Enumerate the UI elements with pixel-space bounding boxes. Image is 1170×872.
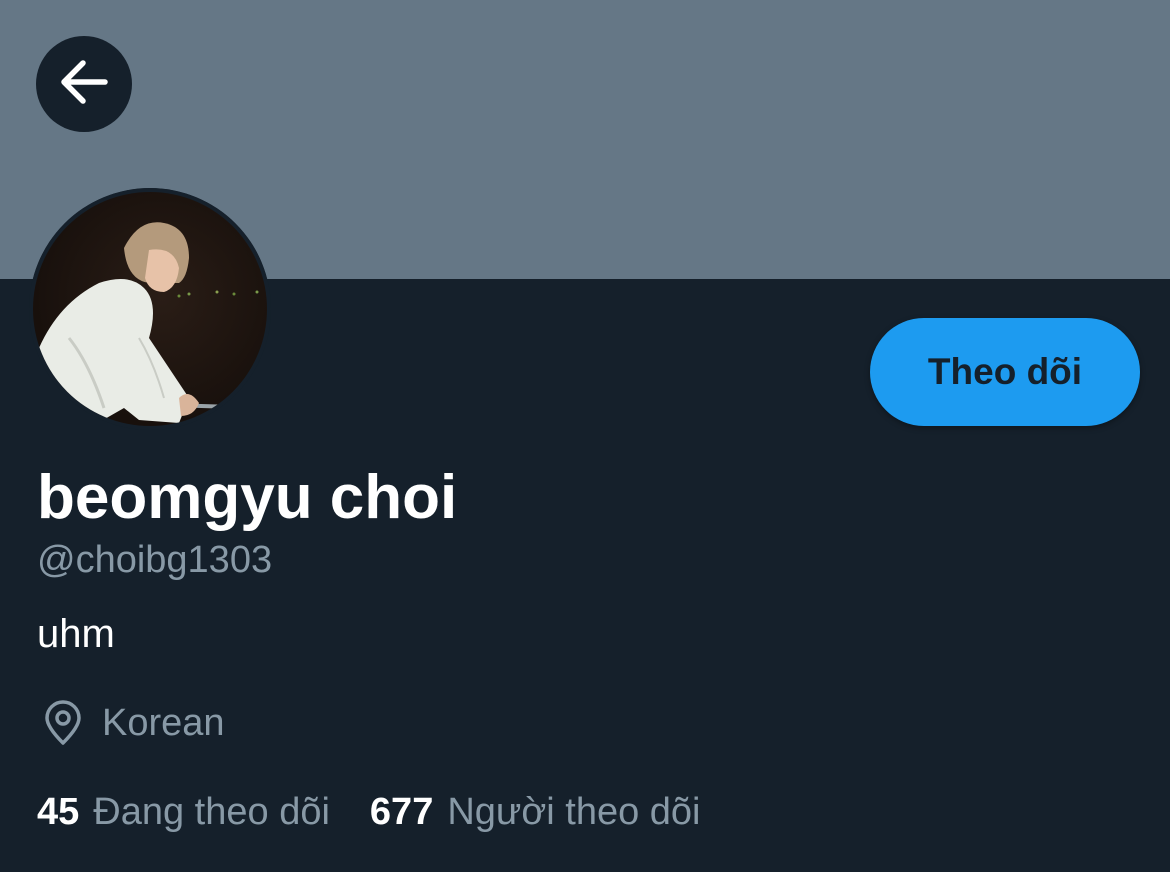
user-handle: @choibg1303 bbox=[37, 539, 273, 581]
display-name: beomgyu choi bbox=[37, 463, 458, 532]
following-link[interactable]: 45 Đang theo dõi bbox=[37, 788, 330, 836]
location-text: Korean bbox=[102, 702, 225, 744]
following-count: 45 bbox=[37, 791, 80, 833]
location: Korean bbox=[40, 698, 225, 748]
follow-stats: 45 Đang theo dõi 677 Người theo dõi bbox=[37, 788, 701, 836]
back-button[interactable] bbox=[36, 36, 132, 132]
followers-count: 677 bbox=[369, 791, 434, 833]
avatar[interactable] bbox=[29, 188, 271, 430]
followers-link[interactable]: 677 Người theo dõi bbox=[370, 788, 701, 836]
arrow-left-icon bbox=[57, 55, 111, 114]
avatar-photo bbox=[29, 188, 271, 430]
followers-label: Người theo dõi bbox=[447, 791, 701, 833]
follow-button[interactable]: Theo dõi bbox=[870, 318, 1140, 426]
map-pin-icon bbox=[40, 698, 86, 748]
following-label: Đang theo dõi bbox=[93, 791, 330, 833]
bio-text: uhm bbox=[37, 612, 115, 656]
